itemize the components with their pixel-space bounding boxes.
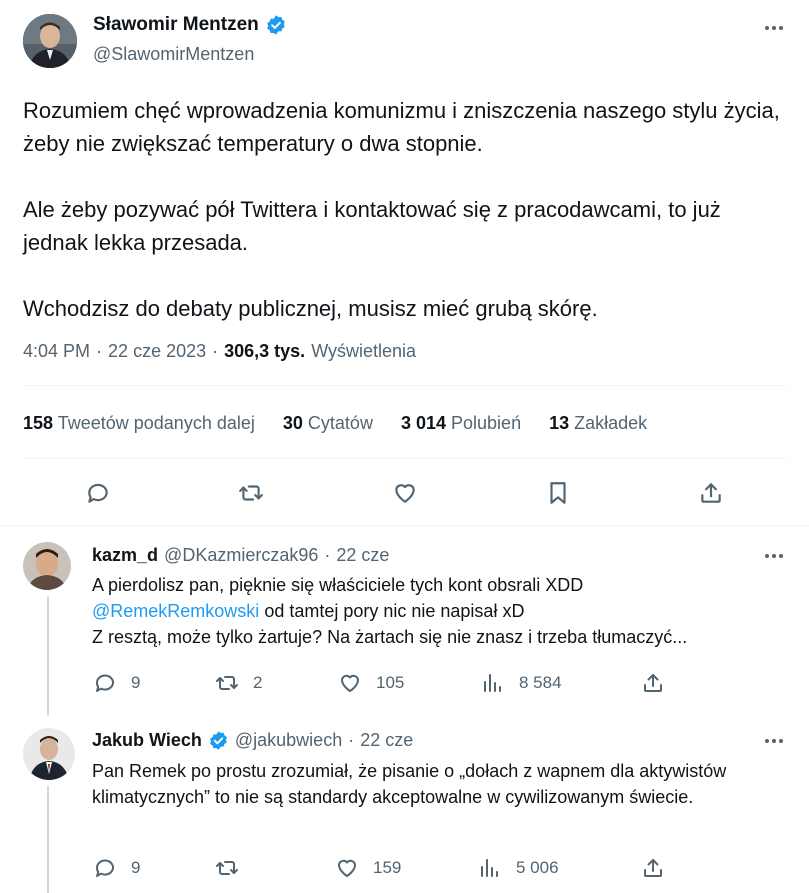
retweet-icon [239, 485, 263, 501]
bookmark-button[interactable] [543, 478, 573, 508]
retweet-button[interactable] [215, 856, 253, 880]
tweet-actions [0, 478, 809, 508]
views-count: 8 584 [519, 673, 562, 692]
bookmarks-count: 13 [549, 413, 570, 433]
quotes-count: 30 [282, 413, 303, 433]
tweet-text: Rozumiem chęć wprowadzenia komunizmu i z… [23, 94, 783, 325]
heart-icon [395, 484, 415, 503]
reply-button[interactable]: 9 [93, 671, 140, 695]
likes-stat[interactable]: 3 014 Polubień [401, 413, 521, 434]
reply-avatar[interactable] [23, 542, 71, 590]
more-icon[interactable] [762, 16, 786, 40]
retweet-button[interactable] [236, 478, 266, 508]
reply-line: @RemekRemkowski od tamtej pory nic nie n… [92, 598, 782, 624]
reply-date[interactable]: 22 cze [360, 730, 413, 751]
reply-header: Jakub Wiech @jakubwiech · 22 cze [92, 730, 413, 751]
reply-line-text: od tamtej pory nic nie napisał xD [259, 601, 525, 621]
mention-link[interactable]: @RemekRemkowski [92, 601, 259, 621]
retweet-count: 2 [253, 673, 263, 692]
views-icon [481, 859, 498, 877]
reply-avatar[interactable] [23, 728, 75, 780]
share-icon [644, 859, 662, 877]
retweet-button[interactable]: 2 [215, 671, 262, 695]
tweet-meta: 4:04 PM · 22 cze 2023 · 306,3 tys. Wyświ… [23, 341, 416, 362]
verified-badge-icon [210, 731, 227, 750]
share-button[interactable] [641, 671, 665, 695]
tweet-paragraph: Wchodzisz do debaty publicznej, musisz m… [23, 296, 598, 321]
retweets-stat[interactable]: 158 Tweetów podanych dalej [23, 413, 255, 434]
reply-icon [95, 674, 114, 692]
reply-actions: 9 2 105 8 584 [0, 671, 809, 697]
divider [23, 458, 787, 459]
separator-dot: · [96, 341, 103, 361]
views-button[interactable]: 8 584 [481, 671, 562, 695]
retweet-icon [216, 676, 238, 690]
likes-count: 3 014 [400, 413, 446, 433]
reply-button[interactable] [83, 478, 113, 508]
share-button[interactable] [641, 856, 665, 880]
reply-author-name[interactable]: Jakub Wiech [92, 730, 202, 751]
reply-count: 9 [131, 858, 141, 877]
author-name-text[interactable]: Sławomir Mentzen [93, 14, 259, 36]
more-icon[interactable] [762, 544, 786, 568]
reply-line: A pierdolisz pan, pięknie się właściciel… [92, 575, 584, 595]
share-icon [644, 674, 662, 692]
like-button[interactable] [390, 478, 420, 508]
reply-actions: 9 159 5 006 [0, 856, 809, 882]
bookmarks-stat[interactable]: 13 Zakładek [549, 413, 647, 434]
reply-text: Pan Remek po prostu zrozumiał, że pisani… [92, 761, 727, 807]
views-label: Wyświetlenia [311, 341, 417, 361]
divider [0, 525, 809, 526]
views-count: 306,3 tys. [224, 341, 306, 361]
views-icon [484, 674, 501, 692]
tweet-paragraph: Rozumiem chęć wprowadzenia komunizmu i z… [23, 98, 780, 156]
reply-author-handle[interactable]: @DKazmierczak96 [164, 545, 318, 566]
tweet-stats: 158 Tweetów podanych dalej 30 Cytatów 3 … [23, 413, 647, 434]
reply-button[interactable]: 9 [93, 856, 140, 880]
more-icon[interactable] [762, 729, 786, 753]
views-count: 5 006 [516, 858, 559, 877]
quotes-label: Cytatów [307, 413, 373, 433]
like-button[interactable]: 105 [338, 671, 404, 695]
views-button[interactable]: 5 006 [478, 856, 559, 880]
likes-label: Polubień [451, 413, 522, 433]
share-icon [701, 483, 721, 503]
reply-date[interactable]: 22 cze [336, 545, 389, 566]
retweet-icon [216, 861, 238, 875]
like-count: 105 [376, 673, 405, 692]
retweets-label: Tweetów podanych dalej [57, 413, 255, 433]
separator-dot: · [348, 730, 355, 750]
share-button[interactable] [696, 478, 726, 508]
reply-count: 9 [131, 673, 141, 692]
reply-icon [95, 859, 114, 877]
reply-header: kazm_d @DKazmierczak96 · 22 cze [92, 545, 389, 566]
reply-author-name[interactable]: kazm_d [92, 545, 158, 566]
quotes-stat[interactable]: 30 Cytatów [283, 413, 373, 434]
reply-author-handle[interactable]: @jakubwiech [235, 730, 342, 751]
like-count: 159 [373, 858, 402, 877]
tweet-paragraph: Ale żeby pozywać pół Twittera i kontakto… [23, 197, 721, 255]
author-handle[interactable]: @SlawomirMentzen [93, 44, 254, 65]
author-avatar[interactable] [23, 14, 77, 68]
like-button[interactable]: 159 [335, 856, 401, 880]
heart-icon [338, 859, 356, 877]
separator-dot: · [212, 341, 219, 361]
tweet-time[interactable]: 4:04 PM [23, 341, 90, 362]
bookmark-icon [550, 482, 566, 504]
bookmarks-label: Zakładek [574, 413, 648, 433]
retweets-count: 158 [23, 413, 54, 433]
thread-line [47, 596, 49, 716]
heart-icon [341, 674, 359, 692]
reply-line: Z resztą, może tylko żartuje? Na żartach… [92, 627, 688, 647]
divider [23, 385, 787, 386]
reply-icon [88, 483, 108, 503]
verified-badge-icon [267, 15, 285, 35]
reply-text: A pierdolisz pan, pięknie się właściciel… [92, 572, 782, 650]
separator-dot: · [324, 545, 331, 565]
author-name[interactable]: Sławomir Mentzen [93, 14, 287, 36]
tweet-date[interactable]: 22 cze 2023 [108, 341, 206, 362]
